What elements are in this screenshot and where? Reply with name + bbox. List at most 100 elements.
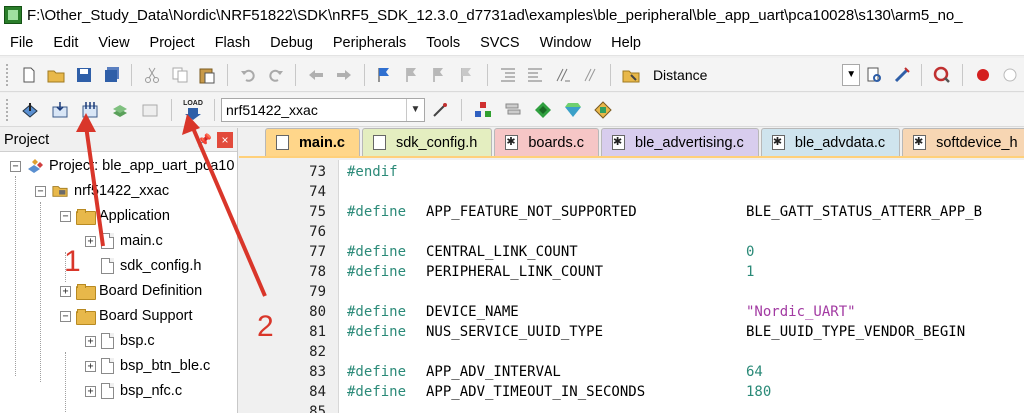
select-packs-icon[interactable]	[502, 99, 524, 121]
expand-icon[interactable]: +	[85, 385, 96, 397]
code-line[interactable]: 78 #define PERIPHERAL_LINK_COUNT 1	[239, 262, 1024, 282]
indent-icon[interactable]	[498, 64, 518, 86]
tree-node-file-bsp-nfc[interactable]: + bsp_nfc.c	[85, 379, 182, 403]
tree-node-project[interactable]: − Project: ble_app_uart_pca10	[10, 154, 234, 178]
cut-icon[interactable]	[142, 64, 162, 86]
expand-icon[interactable]: +	[85, 335, 96, 347]
new-file-icon[interactable]	[19, 64, 39, 86]
expand-icon[interactable]: +	[60, 285, 71, 297]
code-line[interactable]: 84 #define APP_ADV_TIMEOUT_IN_SECONDS 180	[239, 382, 1024, 402]
code-line[interactable]: 83 #define APP_ADV_INTERVAL 64	[239, 362, 1024, 382]
menu-flash[interactable]: Flash	[205, 35, 260, 51]
manage-project-items-icon[interactable]	[472, 99, 494, 121]
clear-bookmarks-icon[interactable]	[457, 64, 477, 86]
breakpoint-icon[interactable]	[973, 64, 993, 86]
find-dropdown-button[interactable]: ▼	[842, 63, 861, 86]
find-icon[interactable]	[864, 64, 884, 86]
tree-node-group-application[interactable]: − Application	[60, 204, 170, 228]
expand-icon[interactable]: +	[85, 235, 96, 247]
menu-help[interactable]: Help	[601, 35, 651, 51]
uncomment-icon[interactable]	[581, 64, 601, 86]
code-line[interactable]: 81 #define NUS_SERVICE_UUID_TYPE BLE_UUID_T…	[239, 322, 1024, 342]
unindent-icon[interactable]	[525, 64, 545, 86]
pack-installer-icon[interactable]	[562, 99, 584, 121]
incremental-find-icon[interactable]	[892, 64, 912, 86]
tab-boards-c[interactable]: boards.c	[494, 128, 599, 156]
collapse-icon[interactable]: −	[60, 310, 71, 322]
tab-main-c[interactable]: main.c	[265, 128, 360, 156]
menu-peripherals[interactable]: Peripherals	[323, 35, 416, 51]
open-folder-icon[interactable]	[46, 64, 66, 86]
macro-value: 180	[746, 384, 772, 400]
file-icon	[276, 135, 289, 150]
tree-node-file-bsp[interactable]: + bsp.c	[85, 329, 155, 353]
code-editor[interactable]: 73 #endif 74 75 #define APP_FEATURE_NOT_SUPPO…	[239, 160, 1024, 413]
save-icon[interactable]	[74, 64, 94, 86]
find-text-field[interactable]: Distance	[653, 67, 707, 83]
tree-node-label: bsp.c	[120, 333, 155, 349]
save-all-icon[interactable]	[102, 64, 122, 86]
next-bookmark-icon[interactable]	[430, 64, 450, 86]
redo-icon[interactable]	[266, 64, 286, 86]
collapse-icon[interactable]: −	[35, 185, 46, 197]
expand-icon[interactable]: +	[85, 360, 96, 372]
menu-file[interactable]: File	[0, 35, 43, 51]
manage-runtime-icon[interactable]	[532, 99, 554, 121]
code-line[interactable]: 79	[239, 282, 1024, 302]
debug-session-icon[interactable]	[932, 64, 952, 86]
collapse-icon[interactable]: −	[10, 160, 21, 172]
chevron-down-icon[interactable]: ▼	[406, 98, 424, 121]
annotation-label-2: 2	[257, 310, 274, 343]
toolbar-grip[interactable]	[6, 63, 10, 86]
rebuild-icon[interactable]	[79, 99, 101, 121]
stop-build-icon[interactable]	[139, 99, 161, 121]
menu-view[interactable]: View	[88, 35, 139, 51]
tree-node-group-board-definition[interactable]: + Board Definition	[60, 279, 202, 303]
code-line[interactable]: 80 #define DEVICE_NAME "Nordic_UART"	[239, 302, 1024, 322]
tree-node-target[interactable]: − nrf51422_xxac	[35, 179, 169, 203]
prev-bookmark-icon[interactable]	[402, 64, 422, 86]
macro-name: PERIPHERAL_LINK_COUNT	[426, 264, 604, 280]
copy-icon[interactable]	[170, 64, 190, 86]
find-in-files-icon[interactable]	[621, 64, 641, 86]
tree-node-group-board-support[interactable]: − Board Support	[60, 304, 193, 328]
menu-tools[interactable]: Tools	[416, 35, 470, 51]
disable-breakpoint-icon[interactable]	[1001, 64, 1021, 86]
collapse-icon[interactable]: −	[60, 210, 71, 222]
navigate-forward-icon[interactable]	[334, 64, 354, 86]
undo-icon[interactable]	[238, 64, 258, 86]
menu-edit[interactable]: Edit	[43, 35, 88, 51]
close-panel-icon[interactable]: ×	[217, 131, 233, 148]
code-line[interactable]: 77 #define CENTRAL_LINK_COUNT 0	[239, 242, 1024, 262]
build-icon[interactable]	[49, 99, 71, 121]
tree-node-file-bsp-btn-ble[interactable]: + bsp_btn_ble.c	[85, 354, 210, 378]
code-line[interactable]: 76	[239, 222, 1024, 242]
menu-project[interactable]: Project	[140, 35, 205, 51]
download-load-button[interactable]: LOAD	[182, 99, 204, 121]
tab-ble-advdata-c[interactable]: ble_advdata.c	[760, 128, 901, 156]
code-line[interactable]: 74	[239, 182, 1024, 202]
bookmark-icon[interactable]	[374, 64, 394, 86]
code-line[interactable]: 73 #endif	[239, 162, 1024, 182]
comment-icon[interactable]	[553, 64, 573, 86]
navigate-back-icon[interactable]	[306, 64, 326, 86]
code-line[interactable]: 85	[239, 402, 1024, 413]
batch-build-icon[interactable]	[109, 99, 131, 121]
tree-node-file-main[interactable]: + main.c	[85, 229, 163, 253]
software-packs-icon[interactable]	[592, 99, 614, 121]
tab-softdevice-h[interactable]: softdevice_h	[902, 128, 1024, 156]
target-options-icon[interactable]	[429, 99, 451, 121]
menu-debug[interactable]: Debug	[260, 35, 323, 51]
tree-node-file-sdk-config[interactable]: sdk_config.h	[101, 254, 201, 278]
code-line[interactable]: 82	[239, 342, 1024, 362]
pin-icon[interactable]: 📌	[197, 133, 212, 147]
tab-ble-advertising-c[interactable]: ble_advertising.c	[600, 128, 759, 156]
tab-sdk-config-h[interactable]: sdk_config.h	[361, 128, 493, 156]
toolbar-grip[interactable]	[6, 98, 10, 121]
code-line[interactable]: 75 #define APP_FEATURE_NOT_SUPPORTED BLE_GA…	[239, 202, 1024, 222]
paste-icon[interactable]	[198, 64, 218, 86]
menu-svcs[interactable]: SVCS	[470, 35, 530, 51]
target-select[interactable]: nrf51422_xxac ▼	[221, 97, 425, 122]
menu-window[interactable]: Window	[530, 35, 602, 51]
translate-icon[interactable]	[19, 99, 41, 121]
